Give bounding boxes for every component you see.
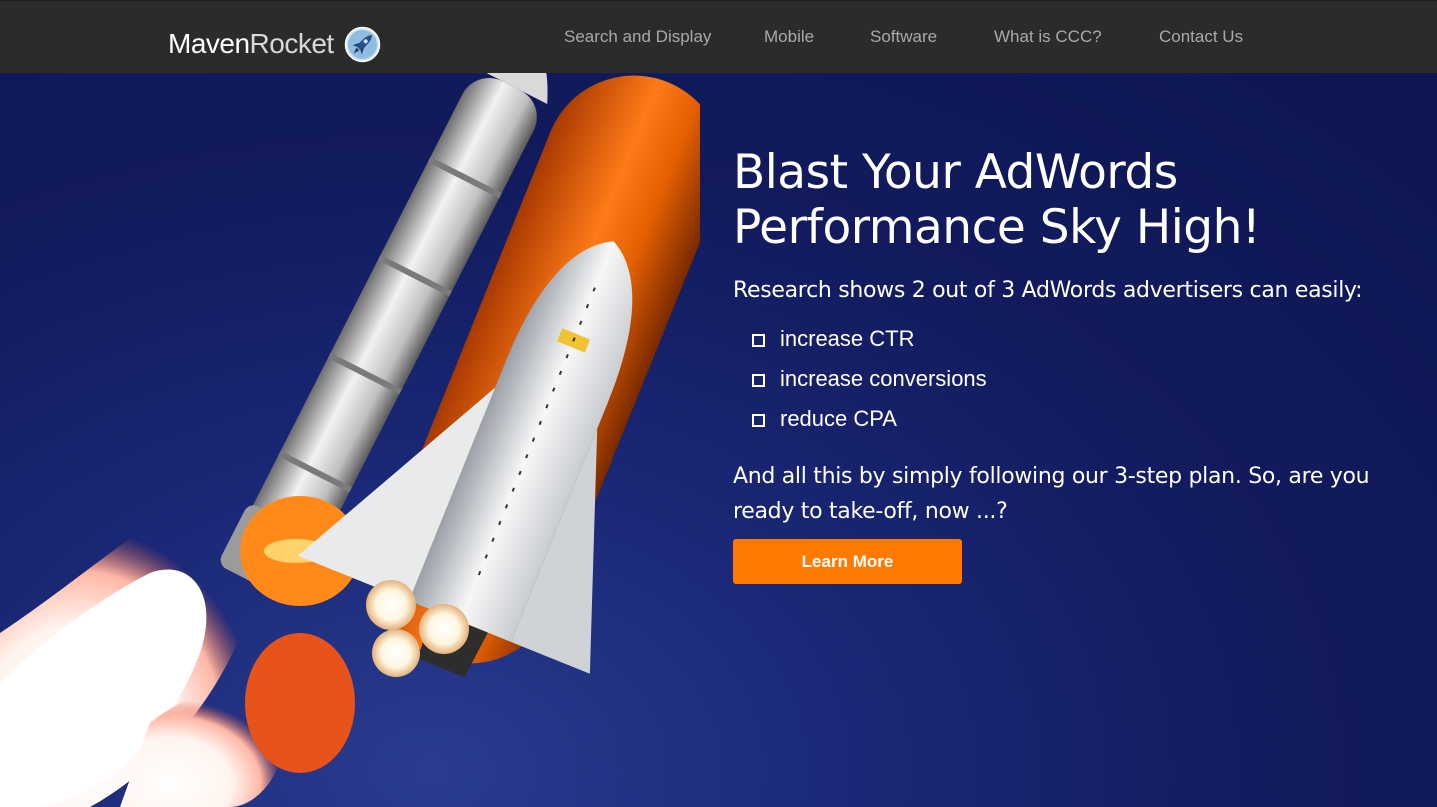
list-item: increase CTR bbox=[752, 319, 987, 359]
nav-link-mobile[interactable]: Mobile bbox=[764, 27, 814, 47]
nav-link-contact-us[interactable]: Contact Us bbox=[1159, 27, 1243, 47]
hero-section: Blast Your AdWords Performance Sky High!… bbox=[0, 73, 1437, 807]
nav-link-search-and-display[interactable]: Search and Display bbox=[564, 27, 711, 47]
list-item: increase conversions bbox=[752, 359, 987, 399]
list-item: reduce CPA bbox=[752, 399, 987, 439]
learn-more-button[interactable]: Learn More bbox=[733, 539, 962, 584]
benefit-text: reduce CPA bbox=[780, 406, 897, 431]
brand-name-second: Rocket bbox=[249, 28, 335, 59]
hero-intro: Research shows 2 out of 3 AdWords advert… bbox=[733, 278, 1363, 303]
benefit-text: increase conversions bbox=[780, 366, 987, 391]
benefit-text: increase CTR bbox=[780, 326, 915, 351]
square-bullet-icon bbox=[752, 373, 765, 387]
hero-headline: Blast Your AdWords Performance Sky High! bbox=[733, 145, 1261, 255]
nav-link-software[interactable]: Software bbox=[870, 27, 937, 47]
square-bullet-icon bbox=[752, 333, 765, 347]
rocket-icon bbox=[344, 26, 380, 62]
top-navbar: Maven Rocket Search and Display Mobile So… bbox=[0, 0, 1437, 73]
square-bullet-icon bbox=[752, 413, 765, 427]
space-shuttle-launch-illustration bbox=[0, 73, 700, 807]
benefit-list: increase CTR increase conversions reduce… bbox=[752, 319, 987, 439]
nav-link-what-is-ccc[interactable]: What is CCC? bbox=[994, 27, 1102, 47]
brand-logo[interactable]: Maven Rocket bbox=[168, 24, 381, 64]
hero-closing-text: And all this by simply following our 3-s… bbox=[733, 464, 1370, 524]
brand-name-first: Maven bbox=[168, 28, 250, 59]
